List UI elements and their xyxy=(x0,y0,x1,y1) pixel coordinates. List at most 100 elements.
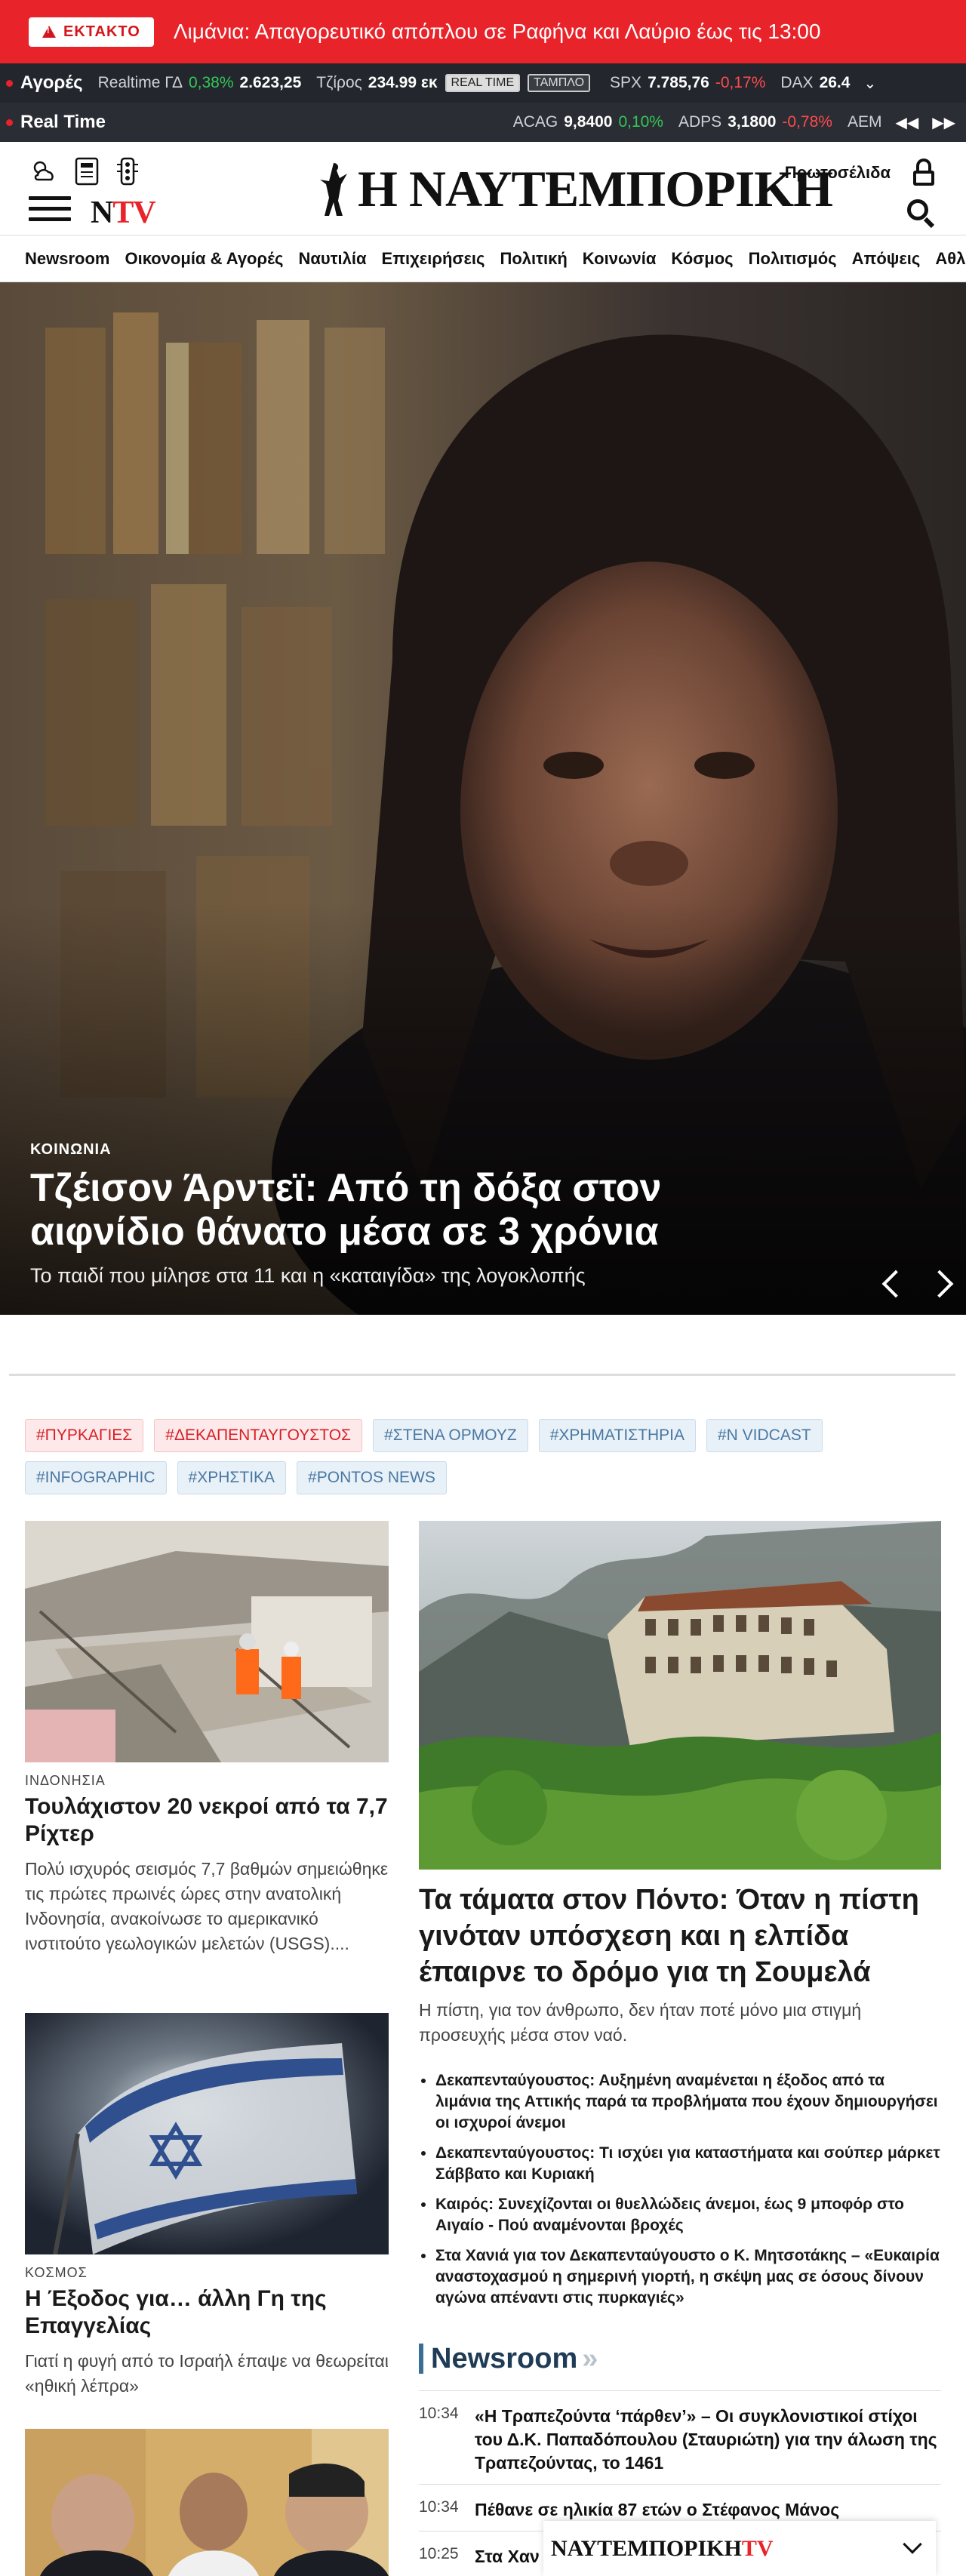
fast-forward-icon[interactable]: ▶▶ xyxy=(932,113,955,132)
chevron-right-icon[interactable] xyxy=(925,1270,954,1298)
related-link[interactable]: Δεκαπενταύγουστος: Τι ισχύει για καταστή… xyxy=(435,2143,941,2185)
tag-chip[interactable]: #PONTOS NEWS xyxy=(297,1461,447,1494)
hamburger-menu-icon[interactable] xyxy=(29,196,71,223)
nav-item[interactable]: Κόσμος xyxy=(663,249,740,269)
ticker-item-change: -0,17% xyxy=(715,74,766,91)
tab-tamplo[interactable]: ΤΑΜΠΛΟ xyxy=(528,74,591,92)
article-card[interactable]: ΙΝΔΟΝΗΣΙΑ Τουλάχιστον 20 νεκροί από τα 7… xyxy=(25,1521,389,1956)
article-image[interactable] xyxy=(25,2429,389,2576)
article-image[interactable] xyxy=(25,1521,389,1762)
tag-chip[interactable]: #ΧΡΗΣΤΙΚΑ xyxy=(177,1461,287,1494)
featured-title[interactable]: Τα τάματα στον Πόντο: Όταν η πίστη γινότ… xyxy=(419,1882,941,1990)
newsroom-heading[interactable]: Newsroom» xyxy=(419,2342,941,2374)
nav-item[interactable]: Επιχειρήσεις xyxy=(374,249,493,269)
rewind-icon[interactable]: ◀◀ xyxy=(895,113,918,132)
tag-chip[interactable]: #ΠΥΡΚΑΓΙΕΣ xyxy=(25,1419,144,1452)
divider xyxy=(9,1374,955,1376)
markets-label: Αγορές xyxy=(6,72,83,94)
site-logo[interactable]: Η ΝΑΥΤΕΜΠΟΡΙΚΗ xyxy=(317,158,833,219)
newsroom-item[interactable]: 10:34 «Η Τραπεζούντα ‘πάρθεν’» – Οι συγκλ… xyxy=(419,2390,941,2484)
hermes-icon xyxy=(320,163,347,216)
featured-summary: Η πίστη, για τον άνθρωπο, δεν ήταν ποτέ … xyxy=(419,2000,862,2045)
weather-icon[interactable] xyxy=(29,157,57,186)
newsroom-title[interactable]: Στα Χαν xyxy=(475,2545,540,2568)
ticker-item-name[interactable]: Τζίρος xyxy=(316,74,362,92)
ntv-logo[interactable]: NTV xyxy=(91,195,156,231)
related-link[interactable]: Στα Χανιά για τον Δεκαπενταύγουστο ο Κ. … xyxy=(435,2245,941,2309)
hero-title[interactable]: Τζέισον Άρντεϊ: Από τη δόξα στον αιφνίδι… xyxy=(30,1166,709,1254)
article-card[interactable]: ΚΟΣΜΟΣ Η Έξοδος για… άλλη Γη της Επαγγελ… xyxy=(25,2013,389,2399)
article-title[interactable]: Η Έξοδος για… άλλη Γη της Επαγγελίας xyxy=(25,2285,389,2340)
hero-slider[interactable]: ΚΟΙΝΩΝΙΑ Τζέισον Άρντεϊ: Από τη δόξα στο… xyxy=(0,282,966,1315)
article-category[interactable]: ΙΝΔΟΝΗΣΙΑ xyxy=(25,1773,389,1789)
nav-item[interactable]: Κοινωνία xyxy=(575,249,664,269)
nav-item[interactable]: Ναυτιλία xyxy=(291,249,374,269)
ntv-player-bar[interactable]: ΝΑΥΤΕΜΠΟΡΙΚΗTV xyxy=(543,2521,936,2576)
chevron-down-icon[interactable] xyxy=(903,2534,922,2554)
live-dot-icon xyxy=(6,79,13,87)
ticker-item-value: 9,8400 xyxy=(564,113,613,131)
nav-item[interactable]: Πολιτισμός xyxy=(741,249,844,269)
trending-tags: #ΠΥΡΚΑΓΙΕΣ #ΔΕΚΑΠΕΝΤΑΥΓΟΥΣΤΟΣ #ΣΤΕΝΑ ΟΡΜΟΥ… xyxy=(25,1419,946,1494)
featured-image[interactable] xyxy=(419,1521,941,1870)
ticker-item-name[interactable]: DAX xyxy=(780,74,813,92)
ticker-item-value: 7.785,76 xyxy=(648,74,709,91)
featured-article[interactable]: Τα τάματα στον Πόντο: Όταν η πίστη γινότ… xyxy=(419,1521,941,2318)
tag-chip[interactable]: #INFOGRAPHIC xyxy=(25,1461,167,1494)
ntv-bar-logo[interactable]: ΝΑΥΤΕΜΠΟΡΙΚΗTV xyxy=(551,2536,774,2562)
hero-caption: ΚΟΙΝΩΝΙΑ Τζέισον Άρντεϊ: Από τη δόξα στο… xyxy=(30,1141,709,1288)
hero-subtitle: Το παιδί που μίλησε στα 11 και η «καταιγ… xyxy=(30,1264,586,1287)
hero-category[interactable]: ΚΟΙΝΩΝΙΑ xyxy=(30,1141,709,1159)
article-summary: Γιατί η φυγή από το Ισραήλ έπαψε να θεωρ… xyxy=(25,2351,389,2396)
traffic-light-icon[interactable] xyxy=(116,157,139,186)
ticker-item-name[interactable]: ΑΕΜ xyxy=(848,113,882,131)
newsroom-title[interactable]: Πέθανε σε ηλικία 87 ετών ο Στέφανος Μάνο… xyxy=(475,2498,839,2522)
article-image[interactable] xyxy=(25,2013,389,2254)
lock-icon[interactable] xyxy=(913,158,934,186)
double-chevron-icon: » xyxy=(582,2342,598,2374)
header-utility-icons xyxy=(29,157,139,186)
tag-chip[interactable]: #N VIDCAST xyxy=(706,1419,823,1452)
nav-item[interactable]: Πολιτική xyxy=(492,249,574,269)
chevron-left-icon[interactable] xyxy=(881,1270,910,1298)
newspaper-icon[interactable] xyxy=(74,157,100,186)
article-card[interactable] xyxy=(25,2429,389,2576)
related-link[interactable]: Καιρός: Συνεχίζονται οι θυελλώδεις άνεμο… xyxy=(435,2194,941,2236)
search-icon[interactable] xyxy=(907,199,936,229)
site-header: NTV Η ΝΑΥΤΕΜΠΟΡΙΚΗ Πρωτοσέλιδα xyxy=(0,142,966,235)
ticker-item-name[interactable]: Realtime ΓΔ xyxy=(98,74,183,92)
nav-item[interactable]: Απόψεις xyxy=(844,249,928,269)
nav-item[interactable]: Newsroom xyxy=(0,249,117,269)
related-link[interactable]: Δεκαπενταύγουστος: Αυξημένη αναμένεται η… xyxy=(435,2070,941,2134)
ticker-item-name[interactable]: SPX xyxy=(610,74,641,92)
article-category[interactable]: ΚΟΣΜΟΣ xyxy=(25,2265,389,2281)
newsroom-time: 10:25 xyxy=(419,2545,459,2562)
main-nav: Newsroom Οικονομία & Αγορές Ναυτιλία Επι… xyxy=(0,235,966,282)
realtime-ticker: Real Time ACAG 9,8400 0,10% ADPS 3,1800 … xyxy=(0,103,966,142)
article-title[interactable]: Τουλάχιστον 20 νεκροί από τα 7,7 Ρίχτερ xyxy=(25,1793,389,1848)
realtime-label: Real Time xyxy=(6,112,106,133)
ticker-item-value: 2.623,25 xyxy=(239,74,302,91)
breaking-badge: ΕΚΤΑΚΤΟ xyxy=(29,17,154,47)
frontpages-link[interactable]: Πρωτοσέλιδα xyxy=(785,163,891,183)
newsroom-title[interactable]: «Η Τραπεζούντα ‘πάρθεν’» – Οι συγκλονιστ… xyxy=(475,2405,941,2475)
tag-chip[interactable]: #ΣΤΕΝΑ ΟΡΜΟΥΖ xyxy=(373,1419,528,1452)
tab-realtime[interactable]: REAL TIME xyxy=(445,74,521,92)
ticker-item-change: 0,38% xyxy=(188,74,234,91)
ticker-item-name[interactable]: ADPS xyxy=(678,113,721,131)
breaking-news-bar[interactable]: ΕΚΤΑΚΤΟ Λιμάνια: Απαγορευτικό απόπλου σε… xyxy=(0,0,966,63)
related-links: Δεκαπενταύγουστος: Αυξημένη αναμένεται η… xyxy=(435,2070,941,2309)
tag-chip[interactable]: #ΔΕΚΑΠΕΝΤΑΥΓΟΥΣΤΟΣ xyxy=(154,1419,363,1452)
ticker-item-value: 26.4 xyxy=(819,74,851,91)
ticker-item-change: -0,78% xyxy=(782,113,832,131)
tag-chip[interactable]: #ΧΡΗΜΑΤΙΣΤΗΡΙΑ xyxy=(538,1419,696,1452)
slider-arrows xyxy=(881,1270,954,1298)
ticker-item-name[interactable]: ACAG xyxy=(513,113,558,131)
article-summary: Πολύ ισχυρός σεισμός 7,7 βαθμών σημειώθη… xyxy=(25,1859,389,1953)
nav-item[interactable]: Οικονομία & Αγορές xyxy=(117,249,291,269)
nav-item[interactable]: Αθλ xyxy=(928,249,966,269)
live-dot-icon xyxy=(6,118,13,126)
chevron-down-icon[interactable]: ⌄ xyxy=(863,74,876,93)
ticker-item-value: 234.99 εκ xyxy=(368,74,438,91)
breaking-text[interactable]: Λιμάνια: Απαγορευτικό απόπλου σε Ραφήνα … xyxy=(174,20,821,44)
